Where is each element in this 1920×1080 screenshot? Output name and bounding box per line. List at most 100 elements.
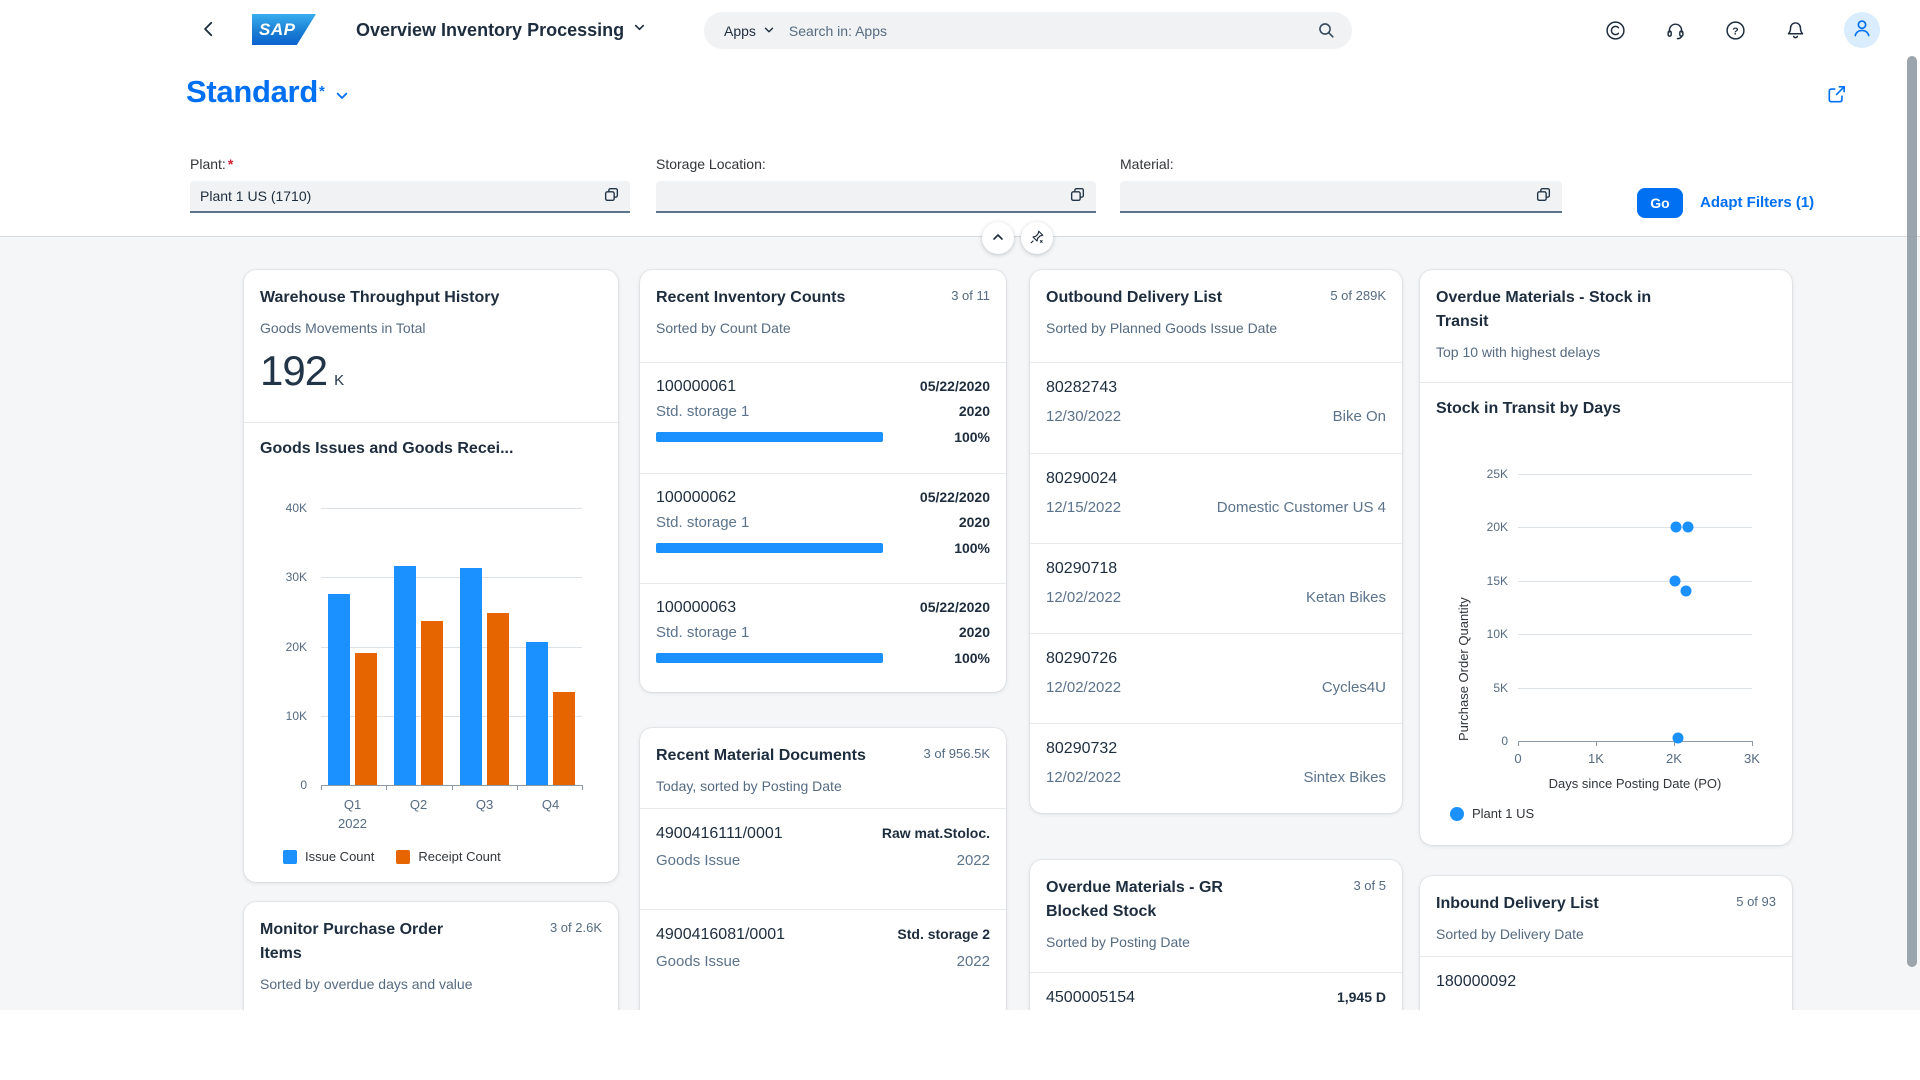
bar-receipt-count-q3[interactable] (487, 613, 509, 785)
plant-input[interactable] (200, 188, 600, 204)
goods-issue-date: 12/15/2022 (1046, 499, 1121, 516)
card-count: 3 of 5 (1353, 878, 1386, 893)
throughput-chart: 40K30K20K10K0 Q12022Q2Q3Q4 Issue CountRe… (260, 461, 602, 867)
chevron-down-icon (633, 21, 646, 39)
storage-location-value-help-button[interactable] (1066, 185, 1088, 207)
delivery-id: 80290732 (1046, 740, 1386, 758)
card-inbound-delivery-header[interactable]: Inbound Delivery List 5 of 93 Sorted by … (1420, 876, 1792, 956)
assistant-icon[interactable] (1604, 19, 1626, 41)
storage-location-input[interactable] (666, 188, 1066, 204)
scatter-point[interactable] (1680, 586, 1691, 597)
storage-location-field (656, 181, 1096, 213)
list-item[interactable]: 45000051541,945 D (1030, 973, 1402, 1010)
count-date: 05/22/2020 (920, 489, 990, 505)
list-item[interactable]: 10000006305/22/2020 Std. storage 12020 1… (640, 583, 1006, 692)
count-date: 05/22/2020 (920, 599, 990, 615)
card-warehouse-throughput-header[interactable]: Warehouse Throughput History Goods Movem… (244, 270, 618, 422)
scatter-point[interactable] (1683, 522, 1694, 533)
y-tick-label: 25K (1487, 467, 1508, 481)
list-item[interactable]: 80282743 12/30/2022Bike On (1030, 363, 1402, 453)
app-title-menu[interactable]: Overview Inventory Processing (356, 0, 646, 60)
card-material-documents-header[interactable]: Recent Material Documents 3 of 956.5K To… (640, 728, 1006, 808)
bar-receipt-count-q4[interactable] (553, 692, 575, 785)
axis-tick (1752, 741, 1753, 746)
bar-receipt-count-q2[interactable] (421, 621, 443, 785)
card-gr-blocked-stock-header[interactable]: Overdue Materials - GR Blocked Stock 3 o… (1030, 860, 1402, 972)
x-tick-label: Q4 (526, 795, 575, 833)
search-scope-select[interactable]: Apps (704, 23, 789, 39)
list-item[interactable]: 180000092 (1420, 957, 1792, 1010)
list-item[interactable]: 4900416111/0001Raw mat.Stoloc. Goods Iss… (640, 809, 1006, 909)
bar-group-q1 (328, 508, 377, 785)
card-divider (244, 422, 618, 423)
progress-percent: 100% (954, 429, 990, 445)
plant-value-help-button[interactable] (600, 185, 622, 207)
card-monitor-po-items-header[interactable]: Monitor Purchase Order Items 3 of 2.6K S… (244, 902, 618, 1010)
card-title: Recent Material Documents (656, 744, 917, 768)
card-stock-in-transit: Overdue Materials - Stock in Transit Top… (1420, 270, 1792, 845)
collapse-header-button[interactable] (982, 222, 1014, 254)
list-item[interactable]: 80290718 12/02/2022Ketan Bikes (1030, 543, 1402, 633)
list-item[interactable]: 10000006105/22/2020 Std. storage 12020 1… (640, 363, 1006, 473)
legend-label: Issue Count (305, 849, 374, 864)
bar-issue-count-q2[interactable] (394, 566, 416, 785)
share-button[interactable] (1824, 82, 1850, 108)
search-input[interactable] (789, 23, 1309, 39)
help-icon[interactable]: ? (1724, 19, 1746, 41)
card-inventory-counts-header[interactable]: Recent Inventory Counts 3 of 11 Sorted b… (640, 270, 1006, 362)
variant-selector[interactable]: Standard* (186, 74, 349, 110)
scatter-point[interactable] (1670, 522, 1681, 533)
dashboard-content: Warehouse Throughput History Goods Movem… (0, 237, 1920, 1010)
y-tick-label: 0 (300, 778, 307, 792)
card-subtitle: Sorted by Count Date (656, 318, 990, 338)
notifications-bell-icon[interactable] (1784, 19, 1806, 41)
gridline (1518, 634, 1752, 635)
goods-issue-date: 12/02/2022 (1046, 589, 1121, 606)
customer-name: Cycles4U (1322, 679, 1386, 696)
card-count: 3 of 956.5K (924, 746, 991, 761)
material-value-help-button[interactable] (1532, 185, 1554, 207)
card-stock-in-transit-header[interactable]: Overdue Materials - Stock in Transit Top… (1420, 270, 1792, 382)
scatter-point[interactable] (1669, 575, 1680, 586)
list-item[interactable]: 80290732 12/02/2022Sintex Bikes (1030, 723, 1402, 813)
user-avatar[interactable] (1844, 12, 1880, 48)
scatter-point[interactable] (1672, 732, 1683, 743)
x-tick-label: Q12022 (328, 795, 377, 833)
list-item[interactable]: 80290024 12/15/2022Domestic Customer US … (1030, 453, 1402, 543)
page-scrollbar[interactable] (1907, 56, 1917, 967)
axis-tick (321, 785, 322, 790)
list-item[interactable]: 4900416081/0001Std. storage 2 Goods Issu… (640, 909, 1006, 1009)
sap-logo-text: SAP (252, 20, 295, 40)
back-button[interactable] (198, 19, 220, 41)
progress-percent: 100% (954, 650, 990, 666)
chevron-left-icon (200, 26, 218, 41)
card-inventory-counts: Recent Inventory Counts 3 of 11 Sorted b… (640, 270, 1006, 692)
support-headset-icon[interactable] (1664, 19, 1686, 41)
value-help-icon (1535, 186, 1552, 206)
bar-issue-count-q4[interactable] (526, 642, 548, 785)
bar-issue-count-q3[interactable] (460, 568, 482, 785)
card-warehouse-throughput: Warehouse Throughput History Goods Movem… (244, 270, 618, 882)
overdue-days: 1,945 D (1337, 989, 1386, 1005)
filter-storage-location: Storage Location: (656, 156, 1096, 213)
scatter-x-axis: 01K2K3K (1518, 751, 1752, 767)
bar-receipt-count-q1[interactable] (355, 653, 377, 785)
go-button[interactable]: Go (1637, 188, 1683, 218)
bar-issue-count-q1[interactable] (328, 594, 350, 785)
search-icon[interactable] (1309, 21, 1352, 40)
unpin-header-button[interactable] (1021, 222, 1053, 254)
person-icon (1851, 17, 1873, 44)
required-marker: * (228, 156, 233, 172)
axis-tick (386, 785, 387, 790)
sap-logo[interactable]: SAP (252, 14, 316, 45)
list-item[interactable]: 80290726 12/02/2022Cycles4U (1030, 633, 1402, 723)
list-item[interactable]: 10000006205/22/2020 Std. storage 12020 1… (640, 473, 1006, 583)
card-count: 3 of 11 (951, 288, 990, 303)
card-outbound-delivery-header[interactable]: Outbound Delivery List 5 of 289K Sorted … (1030, 270, 1402, 362)
value-help-icon (1069, 186, 1086, 206)
material-document-id: 4900416081/0001 (656, 926, 785, 944)
material-input[interactable] (1130, 188, 1532, 204)
gridline (1518, 741, 1752, 742)
chevron-up-icon (991, 230, 1005, 247)
adapt-filters-button[interactable]: Adapt Filters (1) (1700, 194, 1814, 211)
